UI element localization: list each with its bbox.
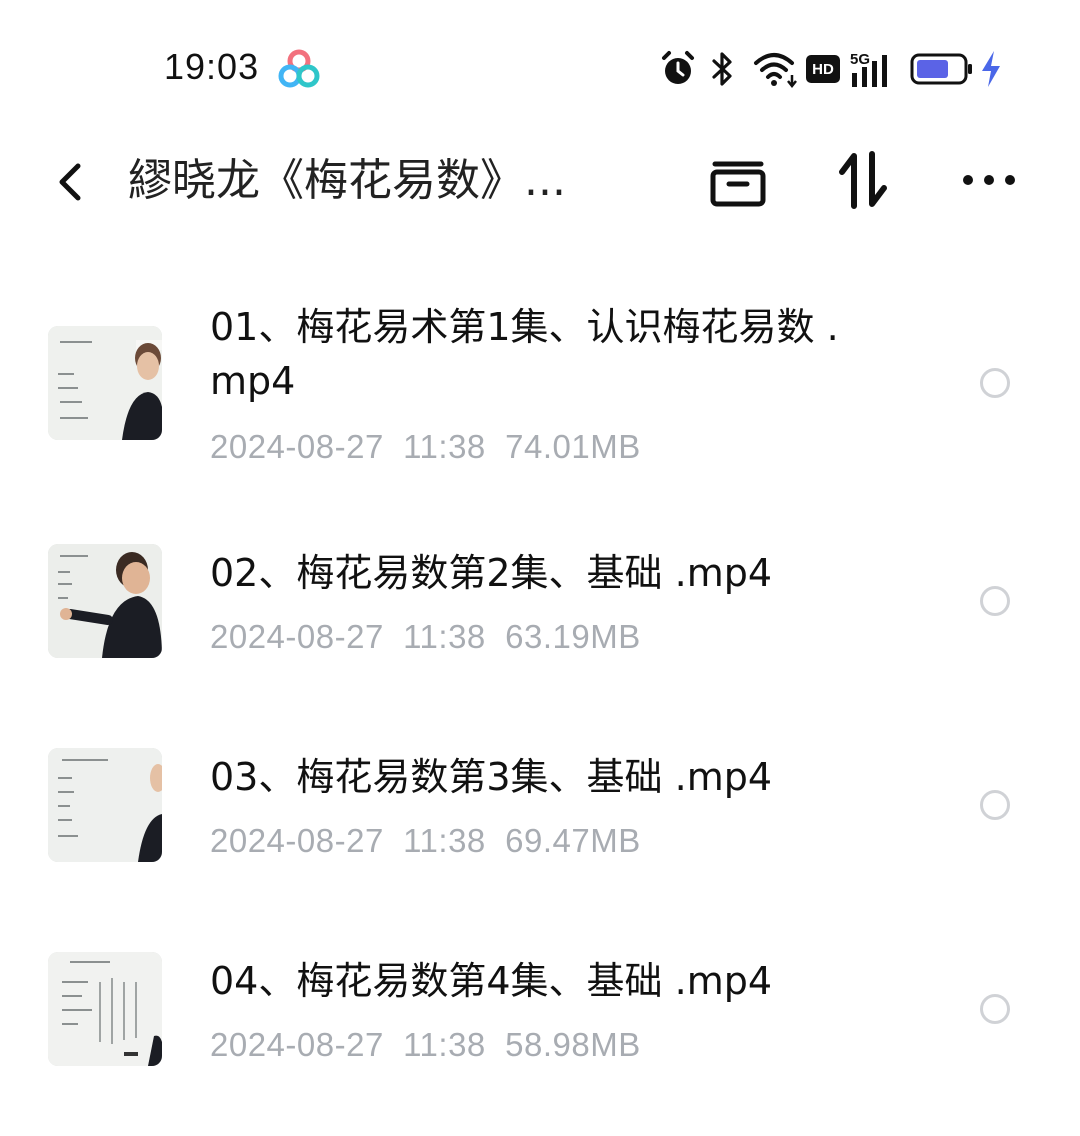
sort-icon bbox=[839, 151, 887, 209]
file-date: 2024-08-27 bbox=[210, 428, 384, 465]
hd-icon: HD bbox=[806, 55, 840, 83]
status-time: 19:03 bbox=[164, 46, 260, 87]
file-name: 03、梅花易数第3集、基础 .mp4 bbox=[210, 755, 773, 799]
file-time: 11:38 bbox=[403, 428, 486, 465]
file-meta: 2024-08-27 11:38 69.47MB bbox=[210, 822, 641, 860]
file-item[interactable]: 01、梅花易术第1集、认识梅花易数 .mp4 2024-08-27 11:38 … bbox=[0, 290, 1080, 490]
select-radio[interactable] bbox=[980, 586, 1010, 616]
back-chevron-icon bbox=[59, 163, 81, 201]
status-bar: 19:03 HD 5G bbox=[0, 0, 1080, 130]
sort-button[interactable] bbox=[828, 144, 898, 216]
archive-icon bbox=[710, 161, 766, 207]
file-date: 2024-08-27 bbox=[210, 822, 384, 859]
back-button[interactable] bbox=[44, 152, 98, 212]
select-radio[interactable] bbox=[980, 368, 1010, 398]
header-bar: 繆晓龙《梅花易数》... bbox=[0, 130, 1080, 230]
file-meta: 2024-08-27 11:38 74.01MB bbox=[210, 428, 641, 466]
select-radio[interactable] bbox=[980, 790, 1010, 820]
video-thumbnail bbox=[48, 544, 162, 658]
more-button[interactable] bbox=[954, 144, 1024, 216]
file-item[interactable]: 02、梅花易数第2集、基础 .mp4 2024-08-27 11:38 63.1… bbox=[0, 528, 1080, 688]
more-icon bbox=[963, 175, 1015, 185]
file-item[interactable]: 03、梅花易数第3集、基础 .mp4 2024-08-27 11:38 69.4… bbox=[0, 732, 1080, 892]
file-meta: 2024-08-27 11:38 58.98MB bbox=[210, 1026, 641, 1064]
network-label: 5G bbox=[850, 51, 870, 68]
video-thumbnail bbox=[48, 952, 162, 1066]
video-thumbnail bbox=[48, 748, 162, 862]
wifi-icon bbox=[752, 49, 800, 89]
baidu-netdisk-logo bbox=[278, 48, 320, 90]
archive-button[interactable] bbox=[703, 144, 773, 216]
file-size: 69.47MB bbox=[505, 822, 641, 859]
battery-icon bbox=[910, 52, 974, 86]
page-title: 繆晓龙《梅花易数》... bbox=[128, 155, 566, 206]
file-name: 02、梅花易数第2集、基础 .mp4 bbox=[210, 551, 773, 595]
signal-5g-icon: 5G bbox=[850, 49, 898, 89]
file-meta: 2024-08-27 11:38 63.19MB bbox=[210, 618, 641, 656]
status-icons: HD 5G bbox=[658, 46, 1004, 92]
file-size: 58.98MB bbox=[505, 1026, 641, 1063]
video-thumbnail bbox=[48, 326, 162, 440]
file-name: 04、梅花易数第4集、基础 .mp4 bbox=[210, 959, 773, 1003]
file-time: 11:38 bbox=[403, 618, 486, 655]
alarm-icon bbox=[658, 49, 698, 89]
file-size: 63.19MB bbox=[505, 618, 641, 655]
file-name: 01、梅花易术第1集、认识梅花易数 .mp4 bbox=[210, 305, 839, 403]
file-time: 11:38 bbox=[403, 822, 486, 859]
file-date: 2024-08-27 bbox=[210, 1026, 384, 1063]
file-time: 11:38 bbox=[403, 1026, 486, 1063]
file-size: 74.01MB bbox=[505, 428, 641, 465]
charging-icon bbox=[978, 49, 1004, 89]
file-date: 2024-08-27 bbox=[210, 618, 384, 655]
select-radio[interactable] bbox=[980, 994, 1010, 1024]
file-item[interactable]: 04、梅花易数第4集、基础 .mp4 2024-08-27 11:38 58.9… bbox=[0, 936, 1080, 1096]
bluetooth-icon bbox=[708, 49, 738, 89]
